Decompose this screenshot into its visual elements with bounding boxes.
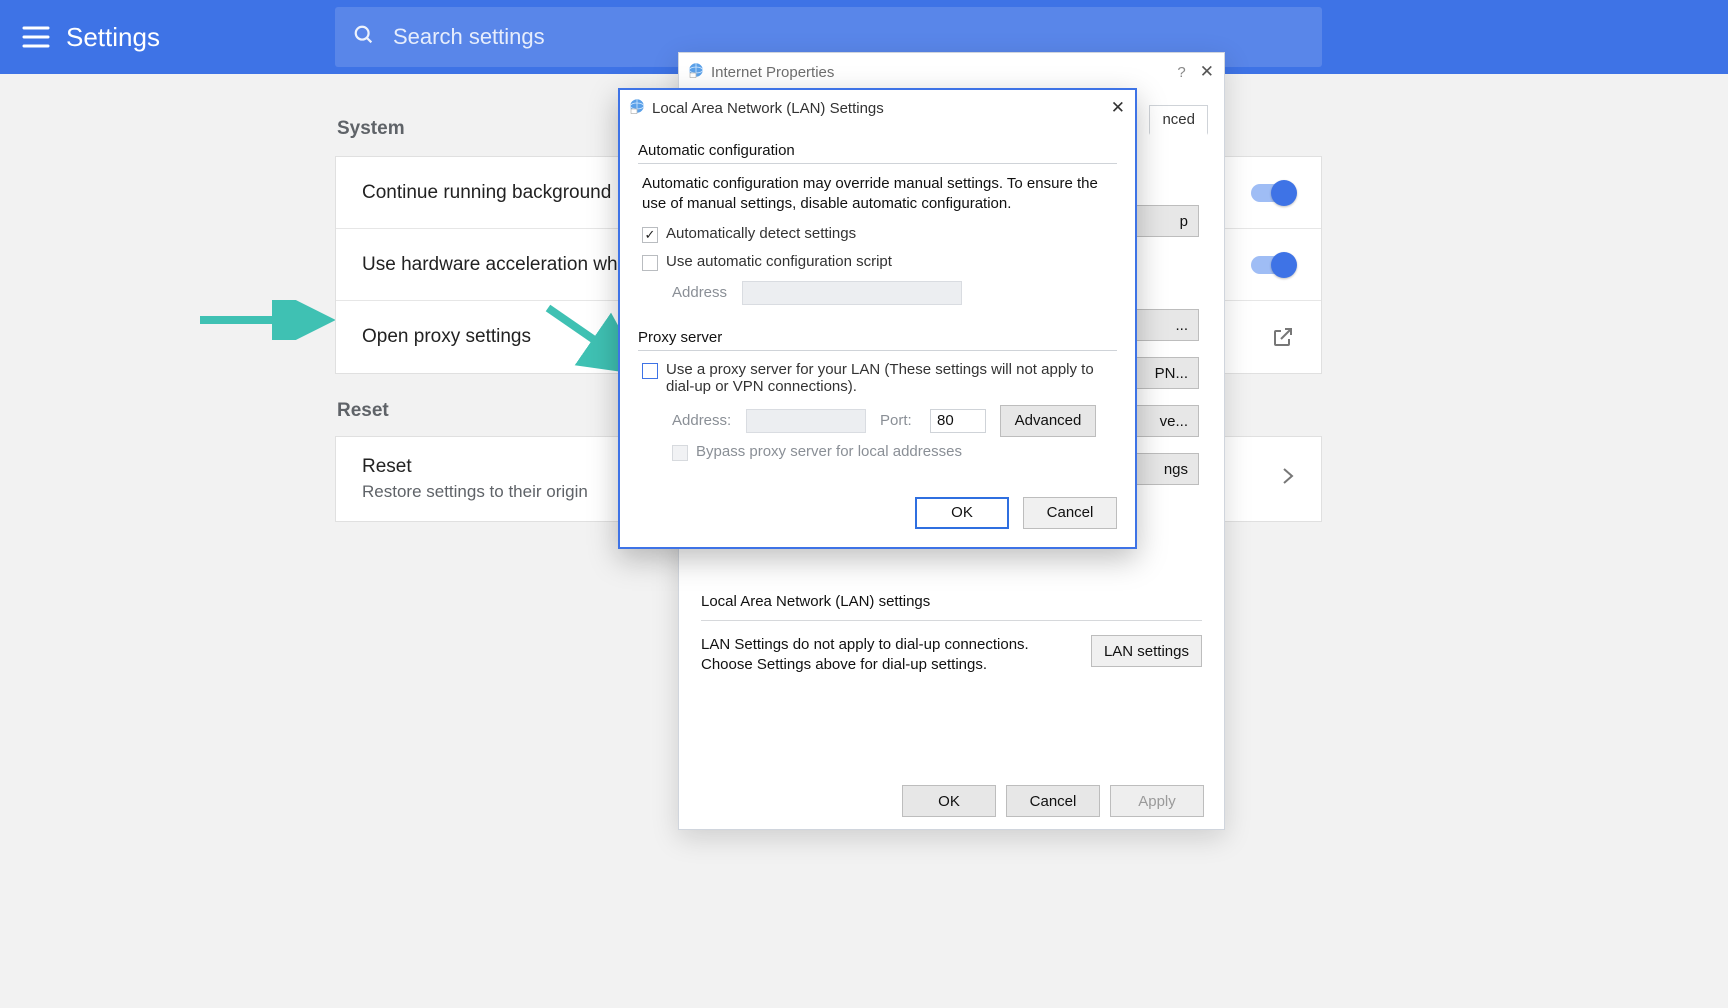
help-button[interactable]: ? — [1177, 64, 1185, 81]
chk-label: Automatically detect settings — [666, 225, 856, 242]
separator — [638, 163, 1117, 164]
separator — [701, 620, 1202, 621]
lan-desc: LAN Settings do not apply to dial-up con… — [701, 635, 1075, 676]
group-auto-label: Automatic configuration — [638, 142, 1117, 159]
proxy-address-input — [746, 409, 866, 433]
external-link-icon — [1271, 325, 1295, 349]
ok-button[interactable]: OK — [915, 497, 1009, 529]
checkbox-icon — [642, 227, 658, 243]
lan-action-row: OK Cancel — [620, 483, 1135, 547]
search-icon — [353, 24, 375, 51]
row-label: Open proxy settings — [362, 326, 531, 348]
dialog-titlebar[interactable]: Local Area Network (LAN) Settings ✕ — [620, 90, 1135, 126]
chk-auto-detect[interactable]: Automatically detect settings — [642, 225, 1113, 243]
chk-auto-script[interactable]: Use automatic configuration script — [642, 253, 1113, 271]
search-input[interactable] — [393, 24, 1322, 50]
port-label: Port: — [880, 412, 916, 429]
close-icon[interactable]: ✕ — [1200, 62, 1214, 82]
lan-settings-dialog: Local Area Network (LAN) Settings ✕ Auto… — [618, 88, 1137, 549]
reset-sub: Restore settings to their origin — [362, 482, 588, 502]
globe-icon — [687, 61, 705, 83]
address-label: Address: — [672, 412, 732, 429]
tab-advanced[interactable]: nced — [1149, 105, 1208, 135]
apply-button[interactable]: Apply — [1110, 785, 1204, 817]
auto-desc: Automatic configuration may override man… — [642, 174, 1113, 215]
script-address-input — [742, 281, 962, 305]
script-address-row: Address — [672, 281, 1113, 305]
cancel-button[interactable]: Cancel — [1006, 785, 1100, 817]
chk-label: Use a proxy server for your LAN (These s… — [666, 361, 1113, 395]
chevron-right-icon — [1281, 466, 1295, 492]
chk-bypass-local[interactable]: Bypass proxy server for local addresses — [672, 443, 1113, 461]
cancel-button[interactable]: Cancel — [1023, 497, 1117, 529]
globe-icon — [628, 97, 646, 119]
ok-button[interactable]: OK — [902, 785, 996, 817]
lan-settings-button[interactable]: LAN settings — [1091, 635, 1202, 667]
dialog-title: Internet Properties — [711, 64, 834, 81]
ip-action-row: OK Cancel Apply — [679, 773, 1224, 829]
lan-section-title: Local Area Network (LAN) settings — [701, 593, 1202, 610]
checkbox-icon — [642, 255, 658, 271]
proxy-port-input — [930, 409, 986, 433]
reset-title: Reset — [362, 456, 412, 477]
chk-use-proxy[interactable]: Use a proxy server for your LAN (These s… — [642, 361, 1113, 395]
toggle-on[interactable] — [1251, 256, 1295, 274]
close-icon[interactable]: ✕ — [1111, 98, 1125, 118]
toggle-on[interactable] — [1251, 184, 1295, 202]
page-title: Settings — [66, 22, 160, 53]
checkbox-icon — [672, 445, 688, 461]
chk-label: Bypass proxy server for local addresses — [696, 443, 962, 460]
checkbox-icon — [642, 363, 658, 379]
group-proxy: Use a proxy server for your LAN (These s… — [638, 361, 1117, 479]
dialog-titlebar[interactable]: Internet Properties ? ✕ — [679, 53, 1224, 91]
dialog-title: Local Area Network (LAN) Settings — [652, 100, 884, 117]
annotation-arrow-icon — [195, 300, 335, 340]
proxy-address-row: Address: Port: Advanced — [672, 405, 1113, 437]
group-auto: Automatic configuration may override man… — [638, 174, 1117, 319]
lan-body: Automatic configuration Automatic config… — [620, 126, 1135, 483]
group-proxy-label: Proxy server — [638, 329, 1117, 346]
advanced-button[interactable]: Advanced — [1000, 405, 1096, 437]
chk-label: Use automatic configuration script — [666, 253, 892, 270]
ip-lan-block: Local Area Network (LAN) settings LAN Se… — [701, 593, 1202, 676]
row-label: Use hardware acceleration wh — [362, 254, 618, 276]
row-label: Continue running background — [362, 182, 611, 204]
separator — [638, 350, 1117, 351]
address-label: Address — [672, 284, 732, 301]
menu-icon[interactable] — [22, 25, 50, 49]
row-label: Reset Restore settings to their origin — [362, 456, 588, 502]
